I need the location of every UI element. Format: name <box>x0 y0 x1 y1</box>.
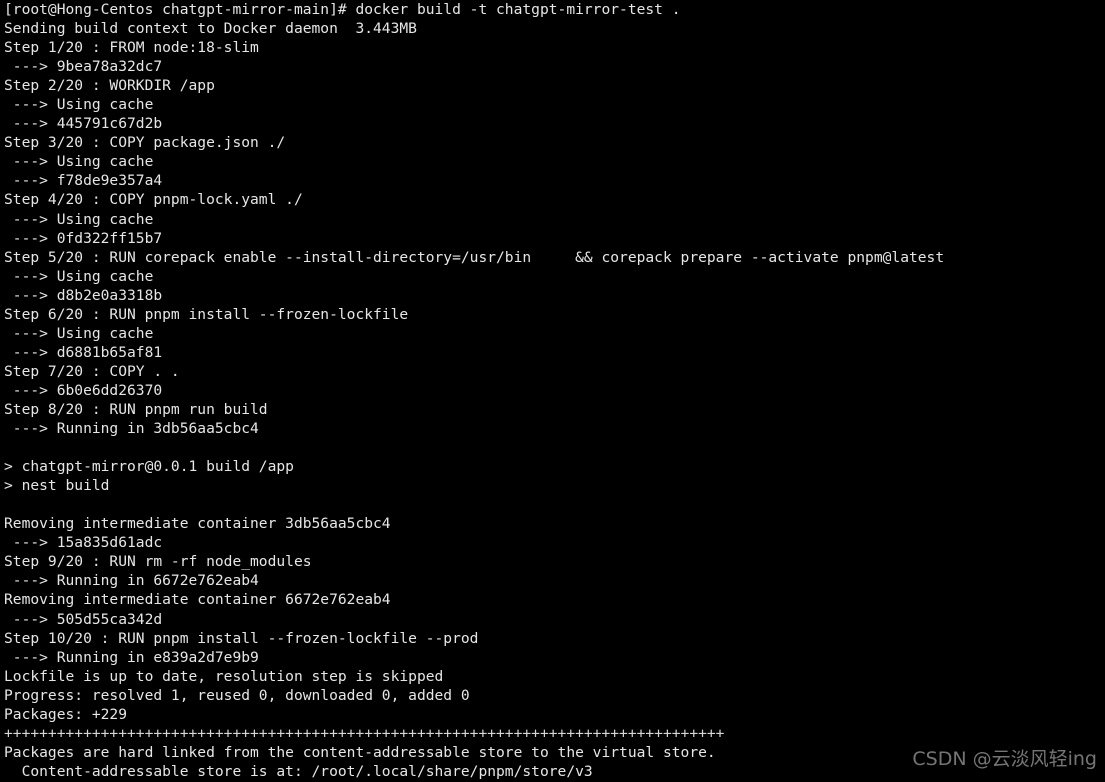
layer-id-line: ---> 505d55ca342d <box>4 610 163 628</box>
build-step-line: Step 8/20 : RUN pnpm run build <box>4 400 268 418</box>
layer-id-line: ---> Using cache <box>4 153 154 171</box>
build-step-line: Step 5/20 : RUN corepack enable --instal… <box>4 248 945 266</box>
layer-id-line: ---> Using cache <box>4 267 154 285</box>
layer-id-line: ---> d6881b65af81 <box>4 343 163 361</box>
layer-id-line: ---> 6b0e6dd26370 <box>4 381 163 399</box>
output-line: Removing intermediate container 6672e762… <box>4 591 391 609</box>
layer-id-line: ---> Running in 6672e762eab4 <box>4 572 259 590</box>
build-step-line: Step 6/20 : RUN pnpm install --frozen-lo… <box>4 305 409 323</box>
layer-id-line: ---> Using cache <box>4 210 154 228</box>
layer-id-line: ---> 0fd322ff15b7 <box>4 229 163 247</box>
build-step-line: Step 2/20 : WORKDIR /app <box>4 77 215 95</box>
command-prompt-line: [root@Hong-Centos chatgpt-mirror-main]# … <box>4 1 681 18</box>
terminal-output-pane[interactable]: [root@Hong-Centos chatgpt-mirror-main]# … <box>0 0 1105 782</box>
output-line: > nest build <box>4 477 110 495</box>
build-step-line: Step 3/20 : COPY package.json ./ <box>4 134 286 152</box>
output-line: Lockfile is up to date, resolution step … <box>4 667 444 685</box>
layer-id-line: ---> Using cache <box>4 96 154 114</box>
layer-id-line: ---> Running in 3db56aa5cbc4 <box>4 420 259 438</box>
output-line: Removing intermediate container 3db56aa5… <box>4 515 391 533</box>
layer-id-line: ---> 445791c67d2b <box>4 115 163 133</box>
output-line: Sending build context to Docker daemon 3… <box>4 20 417 38</box>
output-line: Progress: resolved 1, reused 0, download… <box>4 686 470 704</box>
layer-id-line: ---> Running in e839a2d7e9b9 <box>4 648 259 666</box>
layer-id-line: ---> f78de9e357a4 <box>4 172 163 190</box>
layer-id-line: ---> 15a835d61adc <box>4 534 163 552</box>
progress-bar-line: ++++++++++++++++++++++++++++++++++++++++… <box>4 724 725 742</box>
output-line: Packages: +229 <box>4 705 128 723</box>
build-step-line: Step 4/20 : COPY pnpm-lock.yaml ./ <box>4 191 303 209</box>
layer-id-line: ---> 9bea78a32dc7 <box>4 58 163 76</box>
build-step-line: Step 1/20 : FROM node:18-slim <box>4 39 259 57</box>
build-step-line: Step 7/20 : COPY . . <box>4 362 180 380</box>
output-line: > chatgpt-mirror@0.0.1 build /app <box>4 458 294 476</box>
build-step-line: Step 10/20 : RUN pnpm install --frozen-l… <box>4 629 479 647</box>
build-step-line: Step 9/20 : RUN rm -rf node_modules <box>4 553 312 571</box>
layer-id-line: ---> Using cache <box>4 324 154 342</box>
output-line: Packages are hard linked from the conten… <box>4 743 716 761</box>
output-line: Content-addressable store is at: /root/.… <box>4 762 593 780</box>
layer-id-line: ---> d8b2e0a3318b <box>4 286 163 304</box>
